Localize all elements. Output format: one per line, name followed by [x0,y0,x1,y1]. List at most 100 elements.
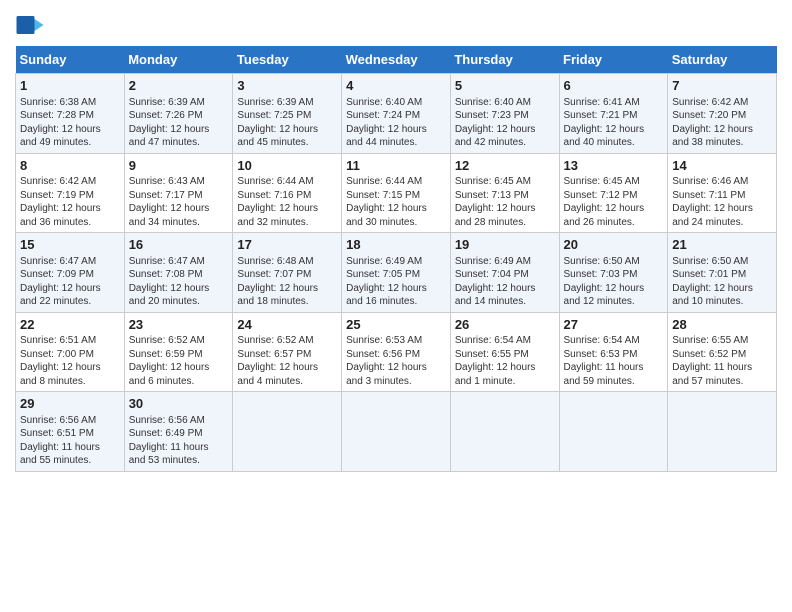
calendar-cell: 7Sunrise: 6:42 AM Sunset: 7:20 PM Daylig… [668,74,777,154]
day-number: 1 [20,77,120,95]
day-header: Thursday [450,46,559,74]
day-number: 24 [237,316,337,334]
calendar-cell: 6Sunrise: 6:41 AM Sunset: 7:21 PM Daylig… [559,74,668,154]
day-detail: Sunrise: 6:44 AM Sunset: 7:16 PM Dayligh… [237,175,337,229]
calendar-cell: 20Sunrise: 6:50 AM Sunset: 7:03 PM Dayli… [559,233,668,313]
day-detail: Sunrise: 6:40 AM Sunset: 7:24 PM Dayligh… [346,96,446,150]
calendar-cell: 17Sunrise: 6:48 AM Sunset: 7:07 PM Dayli… [233,233,342,313]
calendar-cell: 14Sunrise: 6:46 AM Sunset: 7:11 PM Dayli… [668,153,777,233]
day-number: 13 [564,157,664,175]
day-detail: Sunrise: 6:49 AM Sunset: 7:04 PM Dayligh… [455,255,555,309]
day-detail: Sunrise: 6:47 AM Sunset: 7:09 PM Dayligh… [20,255,120,309]
day-detail: Sunrise: 6:44 AM Sunset: 7:15 PM Dayligh… [346,175,446,229]
calendar-header-row: SundayMondayTuesdayWednesdayThursdayFrid… [16,46,777,74]
calendar-cell: 27Sunrise: 6:54 AM Sunset: 6:53 PM Dayli… [559,312,668,392]
day-detail: Sunrise: 6:49 AM Sunset: 7:05 PM Dayligh… [346,255,446,309]
header [15,10,777,40]
day-detail: Sunrise: 6:41 AM Sunset: 7:21 PM Dayligh… [564,96,664,150]
day-header: Saturday [668,46,777,74]
day-detail: Sunrise: 6:47 AM Sunset: 7:08 PM Dayligh… [129,255,229,309]
day-number: 18 [346,236,446,254]
calendar-cell: 22Sunrise: 6:51 AM Sunset: 7:00 PM Dayli… [16,312,125,392]
day-detail: Sunrise: 6:45 AM Sunset: 7:12 PM Dayligh… [564,175,664,229]
day-number: 6 [564,77,664,95]
calendar-cell: 19Sunrise: 6:49 AM Sunset: 7:04 PM Dayli… [450,233,559,313]
day-detail: Sunrise: 6:51 AM Sunset: 7:00 PM Dayligh… [20,334,120,388]
calendar-cell: 16Sunrise: 6:47 AM Sunset: 7:08 PM Dayli… [124,233,233,313]
calendar-cell [450,392,559,472]
calendar-cell [668,392,777,472]
day-header: Sunday [16,46,125,74]
day-number: 22 [20,316,120,334]
day-number: 7 [672,77,772,95]
day-number: 26 [455,316,555,334]
day-number: 28 [672,316,772,334]
calendar-cell: 15Sunrise: 6:47 AM Sunset: 7:09 PM Dayli… [16,233,125,313]
calendar-cell: 4Sunrise: 6:40 AM Sunset: 7:24 PM Daylig… [342,74,451,154]
day-detail: Sunrise: 6:55 AM Sunset: 6:52 PM Dayligh… [672,334,772,388]
day-number: 17 [237,236,337,254]
day-detail: Sunrise: 6:40 AM Sunset: 7:23 PM Dayligh… [455,96,555,150]
day-detail: Sunrise: 6:39 AM Sunset: 7:25 PM Dayligh… [237,96,337,150]
logo [15,10,49,40]
day-header: Friday [559,46,668,74]
calendar-cell: 23Sunrise: 6:52 AM Sunset: 6:59 PM Dayli… [124,312,233,392]
day-detail: Sunrise: 6:53 AM Sunset: 6:56 PM Dayligh… [346,334,446,388]
calendar-cell: 2Sunrise: 6:39 AM Sunset: 7:26 PM Daylig… [124,74,233,154]
calendar-cell: 9Sunrise: 6:43 AM Sunset: 7:17 PM Daylig… [124,153,233,233]
day-number: 5 [455,77,555,95]
page-container: SundayMondayTuesdayWednesdayThursdayFrid… [0,0,792,482]
logo-icon [15,10,45,40]
day-header: Wednesday [342,46,451,74]
day-number: 21 [672,236,772,254]
calendar-cell: 26Sunrise: 6:54 AM Sunset: 6:55 PM Dayli… [450,312,559,392]
calendar-week-row: 29Sunrise: 6:56 AM Sunset: 6:51 PM Dayli… [16,392,777,472]
day-detail: Sunrise: 6:56 AM Sunset: 6:49 PM Dayligh… [129,414,229,468]
day-number: 12 [455,157,555,175]
calendar-week-row: 1Sunrise: 6:38 AM Sunset: 7:28 PM Daylig… [16,74,777,154]
day-number: 9 [129,157,229,175]
day-number: 16 [129,236,229,254]
day-detail: Sunrise: 6:48 AM Sunset: 7:07 PM Dayligh… [237,255,337,309]
day-number: 10 [237,157,337,175]
calendar-cell: 30Sunrise: 6:56 AM Sunset: 6:49 PM Dayli… [124,392,233,472]
day-number: 19 [455,236,555,254]
day-number: 2 [129,77,229,95]
calendar-cell: 8Sunrise: 6:42 AM Sunset: 7:19 PM Daylig… [16,153,125,233]
day-detail: Sunrise: 6:43 AM Sunset: 7:17 PM Dayligh… [129,175,229,229]
day-detail: Sunrise: 6:50 AM Sunset: 7:01 PM Dayligh… [672,255,772,309]
day-detail: Sunrise: 6:38 AM Sunset: 7:28 PM Dayligh… [20,96,120,150]
day-detail: Sunrise: 6:42 AM Sunset: 7:20 PM Dayligh… [672,96,772,150]
day-detail: Sunrise: 6:52 AM Sunset: 6:59 PM Dayligh… [129,334,229,388]
day-detail: Sunrise: 6:46 AM Sunset: 7:11 PM Dayligh… [672,175,772,229]
calendar-cell: 13Sunrise: 6:45 AM Sunset: 7:12 PM Dayli… [559,153,668,233]
calendar-cell: 24Sunrise: 6:52 AM Sunset: 6:57 PM Dayli… [233,312,342,392]
calendar-week-row: 15Sunrise: 6:47 AM Sunset: 7:09 PM Dayli… [16,233,777,313]
day-number: 30 [129,395,229,413]
day-number: 20 [564,236,664,254]
calendar-cell [233,392,342,472]
calendar-cell: 25Sunrise: 6:53 AM Sunset: 6:56 PM Dayli… [342,312,451,392]
calendar-table: SundayMondayTuesdayWednesdayThursdayFrid… [15,46,777,472]
day-number: 3 [237,77,337,95]
day-detail: Sunrise: 6:56 AM Sunset: 6:51 PM Dayligh… [20,414,120,468]
calendar-cell: 1Sunrise: 6:38 AM Sunset: 7:28 PM Daylig… [16,74,125,154]
day-detail: Sunrise: 6:50 AM Sunset: 7:03 PM Dayligh… [564,255,664,309]
calendar-cell: 11Sunrise: 6:44 AM Sunset: 7:15 PM Dayli… [342,153,451,233]
day-number: 4 [346,77,446,95]
calendar-cell [342,392,451,472]
day-number: 14 [672,157,772,175]
day-number: 29 [20,395,120,413]
calendar-cell: 18Sunrise: 6:49 AM Sunset: 7:05 PM Dayli… [342,233,451,313]
day-number: 15 [20,236,120,254]
day-number: 25 [346,316,446,334]
day-detail: Sunrise: 6:52 AM Sunset: 6:57 PM Dayligh… [237,334,337,388]
day-number: 27 [564,316,664,334]
day-detail: Sunrise: 6:54 AM Sunset: 6:53 PM Dayligh… [564,334,664,388]
day-detail: Sunrise: 6:45 AM Sunset: 7:13 PM Dayligh… [455,175,555,229]
day-number: 23 [129,316,229,334]
calendar-cell: 21Sunrise: 6:50 AM Sunset: 7:01 PM Dayli… [668,233,777,313]
calendar-week-row: 8Sunrise: 6:42 AM Sunset: 7:19 PM Daylig… [16,153,777,233]
calendar-cell: 10Sunrise: 6:44 AM Sunset: 7:16 PM Dayli… [233,153,342,233]
calendar-cell: 5Sunrise: 6:40 AM Sunset: 7:23 PM Daylig… [450,74,559,154]
